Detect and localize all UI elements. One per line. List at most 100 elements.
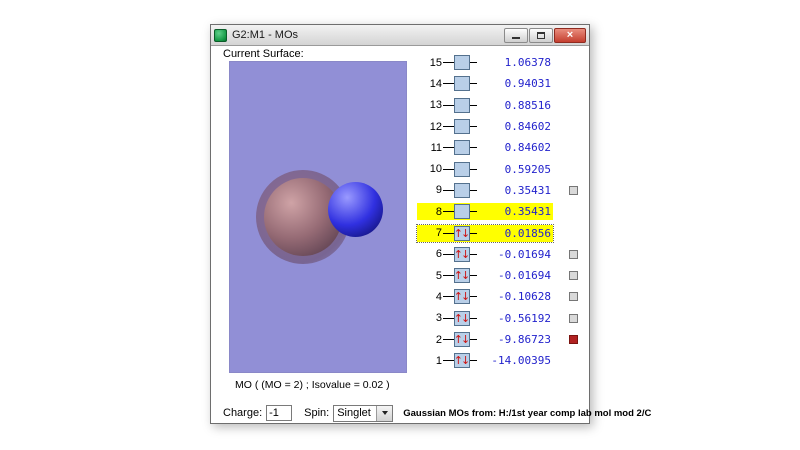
mo-level-line-right <box>470 189 477 191</box>
mo-orbital-box[interactable] <box>454 119 470 135</box>
mo-index: 1 <box>435 354 442 367</box>
mo-level-line-left <box>443 62 454 64</box>
mo-row-main[interactable]: 10 0.59205 <box>417 161 553 178</box>
mo-orbital-box[interactable]: ↑↓ <box>454 332 470 347</box>
mo-row: 9 0.35431 <box>417 180 585 201</box>
mo-orbital-box[interactable] <box>454 161 470 177</box>
mo-checkbox[interactable] <box>569 185 578 195</box>
mo-row-main[interactable]: 7 ↑↓ 0.01856 <box>416 223 554 243</box>
mo-index: 10 <box>429 163 442 176</box>
spin-dropdown[interactable]: Singlet <box>333 404 394 422</box>
mo-row: 7 ↑↓ 0.01856 <box>416 222 585 243</box>
titlebar[interactable]: G2:M1 - MOs × <box>211 25 589 46</box>
mo-energy-value: 0.84602 <box>504 120 551 134</box>
mo-orbital-box[interactable]: ↑↓ <box>454 246 470 262</box>
mo-index: 14 <box>429 77 442 90</box>
mo-row: 3 ↑↓ -0.56192 <box>417 308 585 329</box>
mo-orbital-box[interactable] <box>454 204 470 220</box>
mo-level-line-right <box>470 275 477 277</box>
mo-checkbox[interactable] <box>569 249 578 259</box>
mo-row-main[interactable]: 14 0.94031 <box>417 75 553 92</box>
mo-row-main[interactable]: 6 ↑↓ -0.01694 <box>417 246 553 263</box>
mo-energy-value: -9.86723 <box>498 333 551 346</box>
mo-level-line-right <box>470 83 477 85</box>
mo-level-line-right <box>470 339 477 340</box>
mo-level-line-right <box>470 168 477 170</box>
mo-row-main[interactable]: 12 0.84602 <box>417 118 553 135</box>
mo-energy-value: 0.35431 <box>504 205 551 219</box>
mo-level-line-left <box>443 104 454 106</box>
mo-orbital-box[interactable]: ↑↓ <box>454 289 470 305</box>
mo-orbital-box[interactable] <box>454 97 470 113</box>
mo-index: 6 <box>435 248 442 261</box>
mo-row-main[interactable]: 15 1.06378 <box>417 54 553 71</box>
charge-input[interactable] <box>266 405 293 421</box>
mo-energy-value: 0.84602 <box>504 141 551 155</box>
mo-orbital-box[interactable] <box>454 182 470 198</box>
mo-index: 9 <box>435 184 442 197</box>
mo-row-main[interactable]: 9 0.35431 <box>417 182 553 199</box>
mo-level-line-left <box>443 253 454 255</box>
mo-row-main[interactable]: 13 0.88516 <box>417 97 553 114</box>
minimize-button[interactable] <box>504 27 528 43</box>
mo-row-main[interactable]: 2 ↑↓ -9.86723 <box>417 331 553 348</box>
mo-level-line-right <box>470 211 477 213</box>
close-icon: × <box>566 28 574 41</box>
mo-index: 8 <box>435 205 442 218</box>
mo-level-line-left <box>443 339 454 340</box>
mo-row: 5 ↑↓ -0.01694 <box>417 265 585 286</box>
mo-level-line-right <box>470 296 477 298</box>
mo-orbital-box[interactable] <box>454 76 470 92</box>
mo-row: 8 0.35431 <box>417 201 585 222</box>
mo-level-line-left <box>443 232 454 234</box>
mo-level-line-left <box>443 83 454 85</box>
mo-checkbox[interactable] <box>569 292 578 302</box>
electron-pair-arrows-icon: ↑↓ <box>454 290 469 304</box>
mo-level-line-right <box>470 62 477 64</box>
mo-orbital-box[interactable] <box>454 55 470 71</box>
mo-row: 10 0.59205 <box>417 158 585 179</box>
mo-level-line-left <box>443 168 454 170</box>
mo-level-line-left <box>443 317 454 319</box>
mo-row: 2 ↑↓ -9.86723 <box>417 329 585 350</box>
molecule-viewport[interactable] <box>229 61 407 373</box>
spin-dropdown-button[interactable] <box>376 405 393 421</box>
mo-orbital-box[interactable] <box>454 140 470 156</box>
mo-energy-value: -14.00395 <box>491 354 551 368</box>
app-icon <box>214 28 227 42</box>
mo-level-line-left <box>443 147 454 149</box>
atom-sphere-right <box>328 182 383 237</box>
chevron-down-icon <box>381 411 388 415</box>
mo-row: 15 1.06378 <box>417 52 585 73</box>
mo-row-main[interactable]: 11 0.84602 <box>417 139 553 156</box>
electron-pair-arrows-icon: ↑↓ <box>454 333 469 346</box>
mo-checkbox[interactable] <box>569 313 578 323</box>
mo-level-line-left <box>443 126 454 128</box>
mo-row: 14 0.94031 <box>417 73 585 94</box>
mo-row-main[interactable]: 8 0.35431 <box>417 203 553 221</box>
mo-index: 2 <box>435 333 442 346</box>
mo-level-line-left <box>443 360 454 362</box>
mo-row-main[interactable]: 1 ↑↓ -14.00395 <box>417 352 553 369</box>
mo-orbital-box[interactable]: ↑↓ <box>454 268 470 284</box>
minimize-icon <box>512 37 520 39</box>
mo-orbital-box[interactable]: ↑↓ <box>454 353 470 369</box>
mo-row-main[interactable]: 4 ↑↓ -0.10628 <box>417 288 553 305</box>
spin-selected-value: Singlet <box>337 407 371 419</box>
mo-energy-value: 0.59205 <box>504 162 551 176</box>
mo-energy-value: -0.01694 <box>498 247 551 261</box>
maximize-button[interactable] <box>529 27 553 43</box>
mo-level-line-right <box>470 126 477 128</box>
mo-orbital-box[interactable]: ↑↓ <box>454 310 470 326</box>
mo-row: 11 0.84602 <box>417 137 585 158</box>
close-button[interactable]: × <box>554 27 586 43</box>
mo-level-line-left <box>443 275 454 277</box>
mo-row-main[interactable]: 3 ↑↓ -0.56192 <box>417 310 553 327</box>
mo-orbital-box[interactable]: ↑↓ <box>454 225 470 241</box>
mo-level-line-right <box>470 147 477 149</box>
mo-checkbox[interactable] <box>569 335 578 344</box>
mo-checkbox[interactable] <box>569 271 578 281</box>
mo-row-main[interactable]: 5 ↑↓ -0.01694 <box>417 267 553 284</box>
mo-energy-value: 0.35431 <box>504 183 551 197</box>
mo-energy-value: 1.06378 <box>504 56 551 70</box>
